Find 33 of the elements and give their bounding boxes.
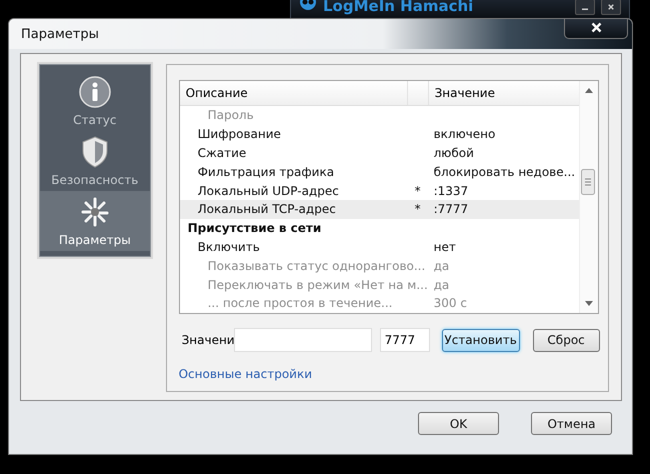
sidebar-item[interactable]: Параметры xyxy=(40,191,150,251)
shield-icon xyxy=(80,136,109,168)
list-row[interactable]: Включить нет xyxy=(180,238,579,256)
dialog-button[interactable]: OK xyxy=(418,412,499,435)
settings-link[interactable]: Основные настройки xyxy=(178,367,312,381)
close-icon xyxy=(590,22,602,32)
minimize-button[interactable] xyxy=(575,0,595,15)
sparkle-icon xyxy=(78,196,111,228)
field-label: Значени xyxy=(182,333,234,347)
scroll-up-icon[interactable] xyxy=(584,88,593,93)
scroll-down-icon[interactable] xyxy=(584,301,593,306)
window-title: Параметры xyxy=(21,26,100,42)
list-row[interactable]: Фильтрация трафика блокировать недове... xyxy=(180,162,579,182)
sidebar-item[interactable]: Безопасность xyxy=(40,131,150,191)
list-row[interactable]: Локальный TCP-адрес * :7777 xyxy=(180,200,579,219)
info-icon xyxy=(78,76,111,108)
close-button[interactable] xyxy=(564,19,628,39)
sidebar-item[interactable]: Статус xyxy=(40,71,150,131)
column-header[interactable]: Описание xyxy=(180,81,408,105)
dialog-button[interactable]: Отмена xyxy=(531,412,612,435)
port-field[interactable]: 7777 xyxy=(380,328,430,352)
list-row[interactable]: Шифрование включено xyxy=(180,124,579,144)
asterisk-marker: * xyxy=(414,202,422,216)
asterisk-marker: * xyxy=(414,184,422,198)
set-button[interactable]: Установить xyxy=(442,328,520,352)
close-button[interactable] xyxy=(601,0,621,15)
scrollbar-thumb[interactable] xyxy=(580,169,595,195)
list-row[interactable]: Локальный UDP-адрес * :1337 xyxy=(180,181,579,200)
section-row[interactable]: Присутствие в сети xyxy=(180,218,579,238)
list-row[interactable]: Сжатие любой xyxy=(180,144,579,162)
close-icon xyxy=(608,3,614,11)
value-field[interactable] xyxy=(234,328,372,352)
reset-button[interactable]: Сброс xyxy=(532,328,600,352)
